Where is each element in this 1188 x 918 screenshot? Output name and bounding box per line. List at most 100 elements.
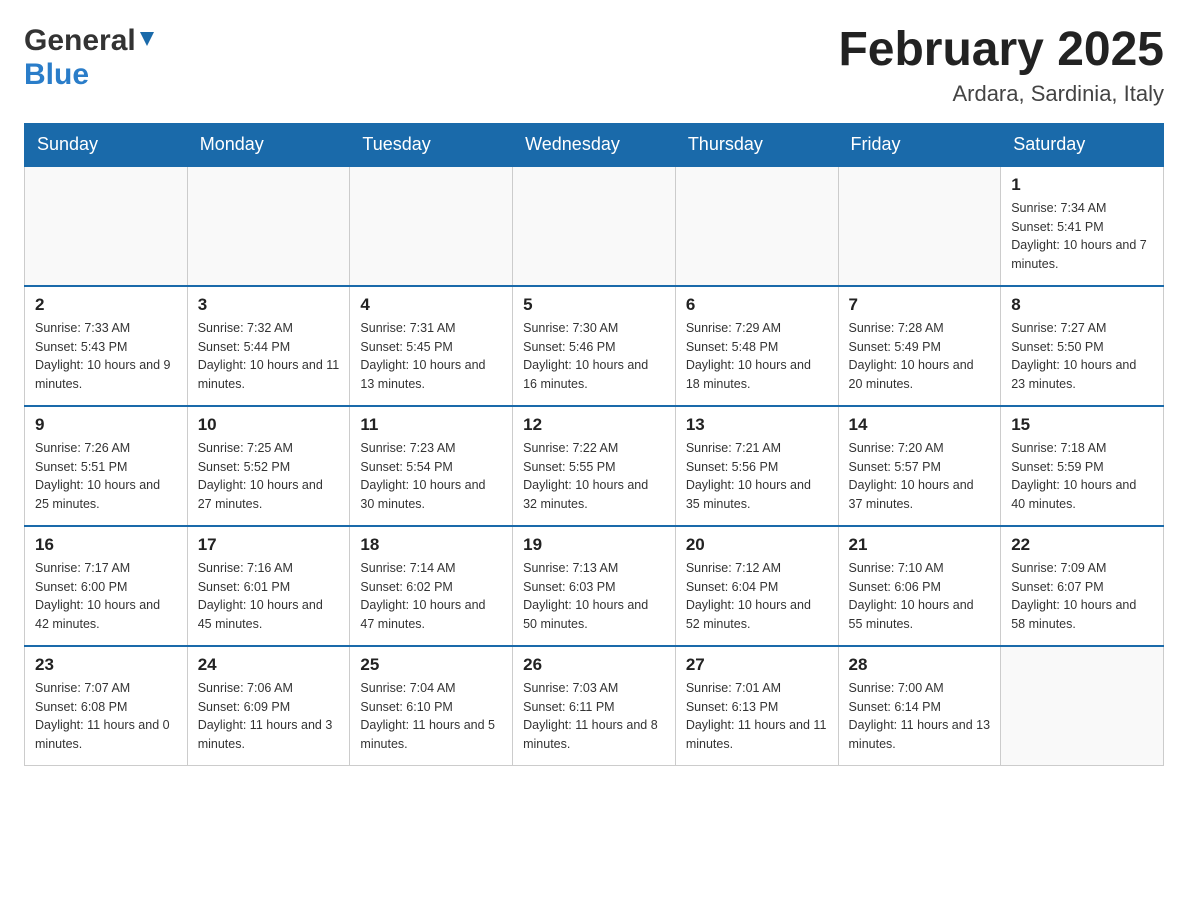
day-number: 28 (849, 655, 991, 675)
calendar-cell: 12 Sunrise: 7:22 AM Sunset: 5:55 PM Dayli… (513, 406, 676, 526)
calendar-cell (513, 166, 676, 286)
calendar-cell: 24 Sunrise: 7:06 AM Sunset: 6:09 PM Dayli… (187, 646, 350, 766)
col-header-wednesday: Wednesday (513, 123, 676, 166)
day-number: 27 (686, 655, 828, 675)
col-header-thursday: Thursday (675, 123, 838, 166)
day-number: 4 (360, 295, 502, 315)
col-header-friday: Friday (838, 123, 1001, 166)
calendar-cell: 1 Sunrise: 7:34 AM Sunset: 5:41 PM Daylig… (1001, 166, 1164, 286)
calendar-cell: 17 Sunrise: 7:16 AM Sunset: 6:01 PM Dayli… (187, 526, 350, 646)
day-number: 7 (849, 295, 991, 315)
day-number: 15 (1011, 415, 1153, 435)
day-number: 20 (686, 535, 828, 555)
calendar-cell: 2 Sunrise: 7:33 AM Sunset: 5:43 PM Daylig… (25, 286, 188, 406)
day-info: Sunrise: 7:20 AM Sunset: 5:57 PM Dayligh… (849, 439, 991, 514)
col-header-monday: Monday (187, 123, 350, 166)
calendar-cell: 22 Sunrise: 7:09 AM Sunset: 6:07 PM Dayli… (1001, 526, 1164, 646)
calendar-week-row: 1 Sunrise: 7:34 AM Sunset: 5:41 PM Daylig… (25, 166, 1164, 286)
day-info: Sunrise: 7:17 AM Sunset: 6:00 PM Dayligh… (35, 559, 177, 634)
title-block: February 2025 Ardara, Sardinia, Italy (838, 24, 1164, 107)
day-info: Sunrise: 7:06 AM Sunset: 6:09 PM Dayligh… (198, 679, 340, 754)
day-number: 6 (686, 295, 828, 315)
calendar-cell (187, 166, 350, 286)
calendar-week-row: 23 Sunrise: 7:07 AM Sunset: 6:08 PM Dayli… (25, 646, 1164, 766)
day-number: 26 (523, 655, 665, 675)
calendar-week-row: 2 Sunrise: 7:33 AM Sunset: 5:43 PM Daylig… (25, 286, 1164, 406)
day-info: Sunrise: 7:13 AM Sunset: 6:03 PM Dayligh… (523, 559, 665, 634)
day-number: 17 (198, 535, 340, 555)
day-info: Sunrise: 7:01 AM Sunset: 6:13 PM Dayligh… (686, 679, 828, 754)
day-info: Sunrise: 7:34 AM Sunset: 5:41 PM Dayligh… (1011, 199, 1153, 274)
page-header: General Blue February 2025 Ardara, Sardi… (24, 24, 1164, 107)
calendar-cell: 5 Sunrise: 7:30 AM Sunset: 5:46 PM Daylig… (513, 286, 676, 406)
month-title: February 2025 (838, 24, 1164, 77)
day-info: Sunrise: 7:18 AM Sunset: 5:59 PM Dayligh… (1011, 439, 1153, 514)
day-number: 11 (360, 415, 502, 435)
day-info: Sunrise: 7:21 AM Sunset: 5:56 PM Dayligh… (686, 439, 828, 514)
day-number: 3 (198, 295, 340, 315)
day-number: 9 (35, 415, 177, 435)
day-number: 12 (523, 415, 665, 435)
day-number: 8 (1011, 295, 1153, 315)
day-info: Sunrise: 7:29 AM Sunset: 5:48 PM Dayligh… (686, 319, 828, 394)
col-header-sunday: Sunday (25, 123, 188, 166)
day-number: 22 (1011, 535, 1153, 555)
calendar-cell: 25 Sunrise: 7:04 AM Sunset: 6:10 PM Dayli… (350, 646, 513, 766)
calendar-header-row: SundayMondayTuesdayWednesdayThursdayFrid… (25, 123, 1164, 166)
calendar-cell (675, 166, 838, 286)
day-info: Sunrise: 7:27 AM Sunset: 5:50 PM Dayligh… (1011, 319, 1153, 394)
calendar-cell: 4 Sunrise: 7:31 AM Sunset: 5:45 PM Daylig… (350, 286, 513, 406)
day-info: Sunrise: 7:33 AM Sunset: 5:43 PM Dayligh… (35, 319, 177, 394)
day-info: Sunrise: 7:03 AM Sunset: 6:11 PM Dayligh… (523, 679, 665, 754)
day-number: 21 (849, 535, 991, 555)
calendar-cell: 8 Sunrise: 7:27 AM Sunset: 5:50 PM Daylig… (1001, 286, 1164, 406)
day-info: Sunrise: 7:10 AM Sunset: 6:06 PM Dayligh… (849, 559, 991, 634)
calendar-cell: 19 Sunrise: 7:13 AM Sunset: 6:03 PM Dayli… (513, 526, 676, 646)
calendar-cell: 28 Sunrise: 7:00 AM Sunset: 6:14 PM Dayli… (838, 646, 1001, 766)
calendar-cell: 20 Sunrise: 7:12 AM Sunset: 6:04 PM Dayli… (675, 526, 838, 646)
logo: General Blue (24, 24, 158, 92)
day-info: Sunrise: 7:25 AM Sunset: 5:52 PM Dayligh… (198, 439, 340, 514)
day-info: Sunrise: 7:07 AM Sunset: 6:08 PM Dayligh… (35, 679, 177, 754)
col-header-tuesday: Tuesday (350, 123, 513, 166)
calendar-cell: 7 Sunrise: 7:28 AM Sunset: 5:49 PM Daylig… (838, 286, 1001, 406)
day-info: Sunrise: 7:28 AM Sunset: 5:49 PM Dayligh… (849, 319, 991, 394)
calendar-cell: 14Sunrise: 7:20 AM Sunset: 5:57 PM Dayli… (838, 406, 1001, 526)
day-number: 19 (523, 535, 665, 555)
day-number: 24 (198, 655, 340, 675)
day-info: Sunrise: 7:14 AM Sunset: 6:02 PM Dayligh… (360, 559, 502, 634)
day-info: Sunrise: 7:16 AM Sunset: 6:01 PM Dayligh… (198, 559, 340, 634)
day-info: Sunrise: 7:26 AM Sunset: 5:51 PM Dayligh… (35, 439, 177, 514)
day-number: 1 (1011, 175, 1153, 195)
calendar-cell: 23 Sunrise: 7:07 AM Sunset: 6:08 PM Dayli… (25, 646, 188, 766)
day-info: Sunrise: 7:04 AM Sunset: 6:10 PM Dayligh… (360, 679, 502, 754)
calendar-cell: 27 Sunrise: 7:01 AM Sunset: 6:13 PM Dayli… (675, 646, 838, 766)
calendar-cell (838, 166, 1001, 286)
day-number: 25 (360, 655, 502, 675)
day-info: Sunrise: 7:00 AM Sunset: 6:14 PM Dayligh… (849, 679, 991, 754)
logo-blue: Blue (24, 58, 89, 92)
calendar-cell: 13Sunrise: 7:21 AM Sunset: 5:56 PM Dayli… (675, 406, 838, 526)
calendar-cell: 21 Sunrise: 7:10 AM Sunset: 6:06 PM Dayli… (838, 526, 1001, 646)
day-info: Sunrise: 7:22 AM Sunset: 5:55 PM Dayligh… (523, 439, 665, 514)
calendar-week-row: 16 Sunrise: 7:17 AM Sunset: 6:00 PM Dayli… (25, 526, 1164, 646)
day-info: Sunrise: 7:12 AM Sunset: 6:04 PM Dayligh… (686, 559, 828, 634)
day-number: 10 (198, 415, 340, 435)
day-number: 5 (523, 295, 665, 315)
calendar-cell: 26 Sunrise: 7:03 AM Sunset: 6:11 PM Dayli… (513, 646, 676, 766)
day-info: Sunrise: 7:09 AM Sunset: 6:07 PM Dayligh… (1011, 559, 1153, 634)
calendar-cell: 3 Sunrise: 7:32 AM Sunset: 5:44 PM Daylig… (187, 286, 350, 406)
logo-general: General (24, 24, 136, 58)
day-number: 18 (360, 535, 502, 555)
day-number: 16 (35, 535, 177, 555)
calendar-cell: 15 Sunrise: 7:18 AM Sunset: 5:59 PM Dayli… (1001, 406, 1164, 526)
calendar-cell: 16 Sunrise: 7:17 AM Sunset: 6:00 PM Dayli… (25, 526, 188, 646)
day-info: Sunrise: 7:31 AM Sunset: 5:45 PM Dayligh… (360, 319, 502, 394)
calendar-cell: 18 Sunrise: 7:14 AM Sunset: 6:02 PM Dayli… (350, 526, 513, 646)
day-info: Sunrise: 7:30 AM Sunset: 5:46 PM Dayligh… (523, 319, 665, 394)
day-number: 2 (35, 295, 177, 315)
day-info: Sunrise: 7:32 AM Sunset: 5:44 PM Dayligh… (198, 319, 340, 394)
day-number: 23 (35, 655, 177, 675)
location-title: Ardara, Sardinia, Italy (838, 81, 1164, 107)
calendar-cell: 10 Sunrise: 7:25 AM Sunset: 5:52 PM Dayli… (187, 406, 350, 526)
